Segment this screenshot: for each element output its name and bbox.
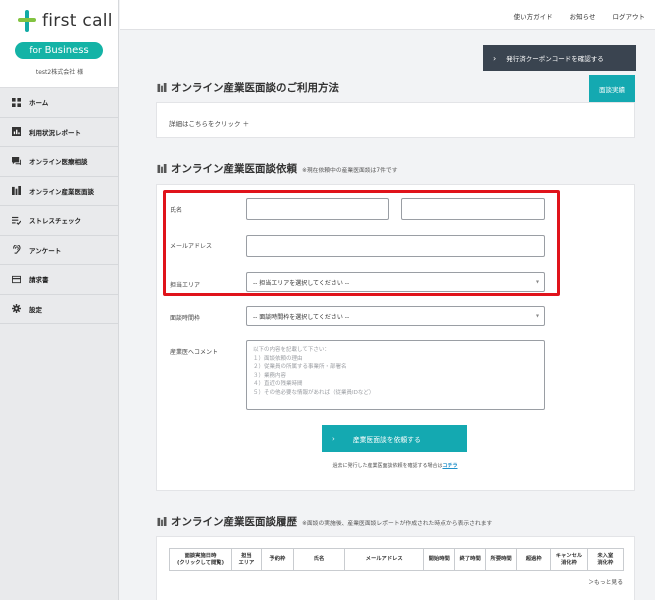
show-more-link[interactable]: ＞もっと見る [588,577,623,586]
comment-placeholder-line: 以下の内容を記載して下さい： [253,347,330,353]
building-icon [157,517,167,526]
history-table: 面談実施日時 (クリックして閲覧) 担当 エリア 予約枠 氏名 メールアドレス … [169,548,625,571]
building-icon [157,164,167,173]
col-duration: 所要時間 [485,548,518,571]
interview-record-button[interactable]: 面談実績 [589,75,635,102]
business-badge: for Business [15,42,103,59]
col-interview-date[interactable]: 面談実施日時 (クリックして閲覧) [169,548,232,571]
sidebar-item-stress-check[interactable]: ストレスチェック [0,206,118,236]
comment-placeholder-line: ５）その他必要な情報があれば（従業員IDなど） [253,389,375,396]
ear-icon [12,245,21,255]
coupon-button-label: 発行済クーポンコードを確認する [506,55,604,63]
sidebar-item-home[interactable]: ホーム [0,88,118,118]
sidebar-item-label: オンライン産業医面談 [29,187,94,196]
col-no-show: 未入室 消化枠 [586,548,625,571]
col-email: メールアドレス [344,548,425,571]
sidebar-item-label: オンライン医療相談 [29,158,88,167]
time-slot-select[interactable]: -- 面談時間枠を選択してください -- [246,306,545,326]
request-count-note: ※現在依頼中の産業医面談は7件です [302,168,398,174]
comment-label: 産業医へコメント [170,349,219,356]
usage-title-text: オンライン産業医面談のご利用方法 [171,82,339,94]
logout-link[interactable]: ログアウト [613,11,646,21]
request-title-text: オンライン産業医面談依頼 [171,163,297,175]
col-name: 氏名 [292,548,346,571]
comment-placeholder-line: ２）従業員の所属する事業所・部署名 [253,364,347,370]
chevron-right-icon: › [493,53,497,63]
col-end: 終了時間 [454,548,487,571]
badge-word: Business [44,45,89,56]
col-cancel: キャンセル 消化枠 [550,548,588,571]
chevron-right-icon: › [332,434,335,443]
guide-link[interactable]: 使い方ガイド [514,11,553,21]
sidebar: first call for Business test2株式会社 様 ホーム … [0,0,119,600]
usage-section-title: オンライン産業医面談のご利用方法 [157,80,339,95]
sidebar-item-label: アンケート [29,246,62,255]
building-icon [157,83,167,92]
comment-placeholder-line: ４）直近の残業時間 [253,381,303,387]
checklist-icon [12,216,21,225]
sidebar-item-label: ストレスチェック [29,217,81,226]
badge-prefix: for [29,46,42,56]
coupon-code-button[interactable]: › 発行済クーポンコードを確認する [483,45,636,71]
chat-icon [12,156,21,166]
time-slot-label: 面談時間枠 [170,315,201,322]
top-bar: 使い方ガイド お知らせ ログアウト [120,0,655,30]
table-header-row: 面談実施日時 (クリックして閲覧) 担当 エリア 予約枠 氏名 メールアドレス … [169,548,625,571]
sidebar-item-label: 利用状況レポート [29,128,81,137]
col-start: 開始時間 [423,548,456,571]
top-links: 使い方ガイド お知らせ ログアウト [514,11,645,21]
sidebar-item-label: ホーム [29,99,49,108]
sidebar-item-usage-report[interactable]: 利用状況レポート [0,118,118,147]
card-icon [12,275,21,284]
request-section-title: オンライン産業医面談依頼 ※現在依頼中の産業医面談は7件です [157,161,398,176]
first-call-logo-icon [18,10,36,32]
col-slot: 予約枠 [260,548,294,571]
submit-request-button[interactable]: › 産業医面談を依頼する [322,425,467,452]
past-requests-note: 過去に発行した産業医面談依頼を確認する場合はコチラ [310,462,480,469]
details-link[interactable]: 詳細はこちらをクリック ＋ [169,118,249,128]
news-link[interactable]: お知らせ [570,11,596,21]
history-section-title: オンライン産業医面談履歴 ※面談の実施後、産業医面談レポートが作成された時点から… [157,514,492,529]
col-area: 担当 エリア [230,548,262,571]
comment-textarea[interactable]: 以下の内容を記載して下さい： １）面談依頼の理由 ２）従業員の所属する事業所・部… [246,340,545,410]
comment-placeholder-line: ３）業務内容 [253,372,287,379]
sidebar-item-invoice[interactable]: 請求書 [0,265,118,295]
logo[interactable]: first call [18,10,113,32]
submit-button-label: 産業医面談を依頼する [352,435,421,444]
past-requests-link[interactable]: コチラ [443,463,458,469]
time-slot-value: -- 面談時間枠を選択してください -- [253,313,350,321]
brand-name: first call [42,11,113,31]
usage-card: 詳細はこちらをクリック ＋ [156,102,635,138]
gear-icon [12,304,21,314]
sidebar-item-medical-consult[interactable]: オンライン医療相談 [0,147,118,177]
highlight-box [163,190,560,296]
history-note: ※面談の実施後、産業医面談レポートが作成された時点から表示されます [302,521,493,527]
past-note-text: 過去に発行した産業医面談依頼を確認する場合は [332,463,443,469]
comment-placeholder-line: １）面談依頼の理由 [253,355,303,362]
sidebar-item-settings[interactable]: 設定 [0,295,118,324]
sidebar-item-survey[interactable]: アンケート [0,236,118,265]
sidebar-nav: ホーム 利用状況レポート オンライン医療相談 オンライン産業医面談 ストレスチェ… [0,88,118,324]
sidebar-item-label: 請求書 [29,276,49,285]
building-icon [12,186,21,196]
company-name: test2株式会社 様 [35,69,84,76]
col-overtime: 超過枠 [516,548,552,571]
history-title-text: オンライン産業医面談履歴 [171,516,297,528]
sidebar-item-industrial-doctor[interactable]: オンライン産業医面談 [0,177,118,206]
report-icon [12,127,21,137]
grid-icon [12,97,21,107]
brand-area: first call for Business test2株式会社 様 [0,0,118,88]
sidebar-item-label: 設定 [29,305,42,314]
